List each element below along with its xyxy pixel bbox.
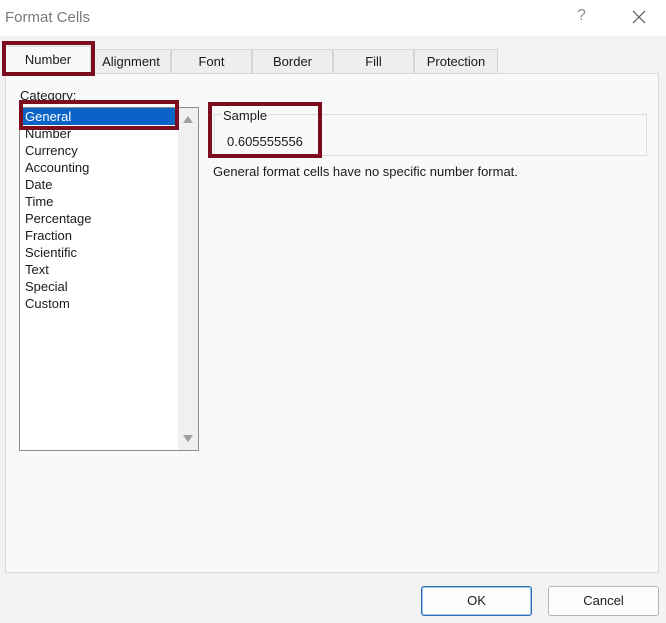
help-icon[interactable]: ? [577, 7, 586, 25]
category-item-text[interactable]: Text [20, 261, 178, 278]
category-item-scientific[interactable]: Scientific [20, 244, 178, 261]
tab-alignment[interactable]: Alignment [91, 49, 171, 73]
category-scrollbar[interactable] [178, 108, 198, 450]
category-item-custom[interactable]: Custom [20, 295, 178, 312]
scroll-up-arrow-icon[interactable] [183, 116, 193, 123]
sample-value: 0.605555556 [227, 134, 303, 149]
ok-button[interactable]: OK [421, 586, 532, 616]
sample-label: Sample [221, 108, 270, 123]
format-description: General format cells have no specific nu… [213, 164, 518, 179]
category-listbox[interactable]: General Number Currency Accounting Date … [19, 107, 199, 451]
category-item-date[interactable]: Date [20, 176, 178, 193]
category-item-general[interactable]: General [20, 108, 178, 125]
category-list: General Number Currency Accounting Date … [20, 108, 178, 312]
category-item-special[interactable]: Special [20, 278, 178, 295]
dialog-body: Number Alignment Font Border Fill Protec… [0, 36, 666, 623]
category-item-percentage[interactable]: Percentage [20, 210, 178, 227]
tab-border[interactable]: Border [252, 49, 333, 73]
category-item-fraction[interactable]: Fraction [20, 227, 178, 244]
category-item-currency[interactable]: Currency [20, 142, 178, 159]
category-item-accounting[interactable]: Accounting [20, 159, 178, 176]
dialog-title: Format Cells [5, 9, 91, 26]
cancel-button[interactable]: Cancel [548, 586, 659, 616]
number-tab-panel: Category: General Number Currency Accoun… [5, 73, 659, 573]
tab-fill[interactable]: Fill [333, 49, 414, 73]
tab-protection[interactable]: Protection [414, 49, 498, 73]
close-icon[interactable] [630, 8, 648, 26]
scroll-down-arrow-icon[interactable] [183, 435, 193, 442]
category-item-time[interactable]: Time [20, 193, 178, 210]
tab-number[interactable]: Number [5, 46, 91, 74]
category-label: Category: [20, 88, 77, 103]
tab-font[interactable]: Font [171, 49, 252, 73]
title-bar: Format Cells ? [0, 0, 666, 36]
category-item-number[interactable]: Number [20, 125, 178, 142]
